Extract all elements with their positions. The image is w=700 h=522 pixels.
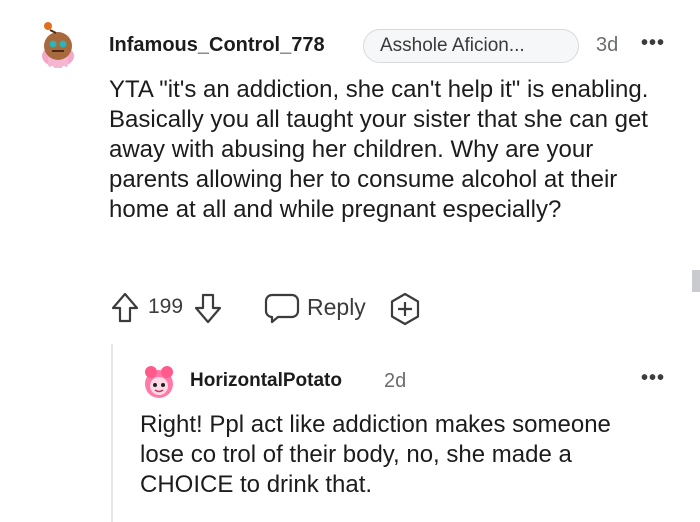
comment-author[interactable]: Infamous_Control_778 xyxy=(109,34,325,57)
reply-author[interactable]: HorizontalPotato xyxy=(190,370,342,392)
scrollbar-thumb[interactable] xyxy=(692,270,700,292)
reply-more-icon[interactable]: ••• xyxy=(641,367,665,390)
downvote-icon[interactable] xyxy=(193,291,223,325)
award-add-icon[interactable] xyxy=(388,292,422,326)
upvote-icon[interactable] xyxy=(110,291,140,325)
reply-button[interactable]: Reply xyxy=(307,294,366,321)
snoo-avatar-icon xyxy=(145,366,173,398)
comment-more-icon[interactable]: ••• xyxy=(641,32,665,55)
reply-avatar[interactable] xyxy=(139,362,179,402)
reply-time[interactable]: 2d xyxy=(384,370,406,393)
snoo-avatar-icon xyxy=(42,22,74,70)
user-flair: Asshole Aficion... xyxy=(363,29,579,63)
comment-time[interactable]: 3d xyxy=(596,34,618,57)
comment-body: YTA "it's an addiction, she can't help i… xyxy=(109,76,649,223)
vote-count: 199 xyxy=(148,295,184,318)
comment-bubble-icon[interactable] xyxy=(264,292,300,324)
user-avatar[interactable] xyxy=(30,16,86,80)
thread-line[interactable] xyxy=(111,344,113,522)
reply-body: Right! Ppl act like addiction makes some… xyxy=(140,411,611,498)
